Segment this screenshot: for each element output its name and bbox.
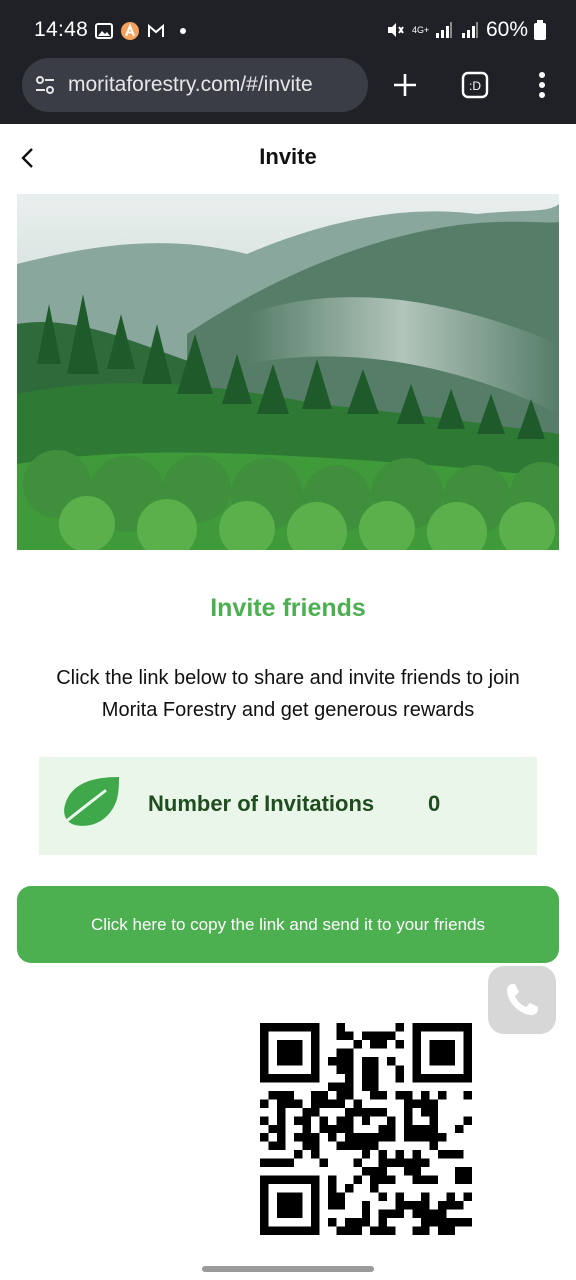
new-tab-button[interactable]	[386, 66, 424, 104]
status-bar: 14:48 4G+ 60%	[0, 0, 576, 58]
more-notifications-dot	[180, 28, 186, 34]
page-title: Invite	[259, 144, 317, 169]
browser-toolbar: moritaforestry.com/#/invite :D	[0, 58, 576, 124]
status-right: 4G+ 60%	[384, 18, 546, 42]
invitation-count-card: Number of Invitations 0	[39, 757, 537, 855]
notification-icons	[94, 20, 186, 42]
url-text[interactable]: moritaforestry.com/#/invite	[68, 73, 358, 97]
browser-menu-button[interactable]	[523, 66, 561, 104]
mail-notification-icon	[148, 23, 164, 37]
plus-icon	[394, 74, 416, 96]
site-settings-icon[interactable]	[34, 74, 56, 96]
address-bar[interactable]: moritaforestry.com/#/invite	[22, 58, 368, 112]
invitation-count-label: Number of Invitations	[148, 791, 375, 816]
phone-icon	[507, 984, 538, 1015]
status-time: 14:48	[34, 18, 89, 41]
home-indicator	[202, 1266, 374, 1272]
signal-icon-2	[461, 22, 478, 38]
tab-count: :D	[469, 79, 481, 93]
mute-icon	[387, 23, 404, 37]
app-a-notification-icon	[121, 22, 139, 40]
forest-illustration	[17, 194, 559, 550]
invite-description: Click the link below to share and invite…	[56, 667, 520, 721]
tabs-icon: :D	[461, 71, 489, 99]
battery-icon	[534, 20, 546, 40]
more-vert-icon	[539, 72, 545, 98]
invite-heading: Invite friends	[210, 594, 366, 622]
image-notification-icon	[95, 23, 113, 39]
hero-forest-image	[17, 194, 559, 550]
tab-switcher-button[interactable]: :D	[456, 66, 494, 104]
customer-service-button[interactable]	[488, 966, 556, 1034]
invite-qr-code	[260, 1023, 472, 1235]
signal-icon-1	[435, 22, 452, 38]
battery-percent: 60%	[485, 18, 528, 41]
leaf-icon	[55, 777, 119, 831]
page-header: Invite	[0, 124, 576, 190]
copy-invite-link-button[interactable]: Click here to copy the link and send it …	[17, 886, 559, 963]
network-type: 4G+	[411, 24, 430, 35]
invitation-count-value: 0	[428, 791, 441, 816]
